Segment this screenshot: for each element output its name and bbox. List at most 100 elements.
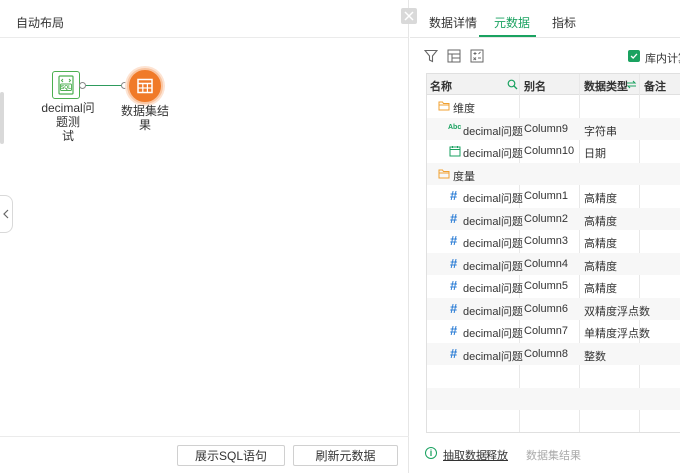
number-type-icon: # bbox=[450, 323, 458, 338]
sql-node-label: decimal问题测 试 bbox=[36, 101, 100, 143]
table-icon bbox=[137, 78, 153, 94]
field-name: decimal问题测 bbox=[463, 328, 523, 340]
group-row-dimension[interactable]: 维度 bbox=[427, 95, 680, 118]
field-type[interactable]: 高精度 bbox=[584, 280, 617, 296]
folder-icon bbox=[438, 169, 450, 178]
field-type[interactable]: 双精度浮点数 bbox=[584, 303, 650, 319]
field-name: decimal问题测 bbox=[463, 148, 523, 160]
in-db-calc-checkbox[interactable] bbox=[628, 50, 640, 62]
flow-edge bbox=[86, 85, 124, 86]
field-type[interactable]: 高精度 bbox=[584, 190, 617, 206]
metadata-table: 名称 别名 数据类型 备注 维度 Abc decimal问题测 bbox=[426, 73, 680, 433]
dataset-result-text: 数据集结果 bbox=[526, 450, 581, 462]
detail-panel: 数据详情 元数据 指标 库内计算 名称 别名 数据类型 bbox=[410, 0, 680, 473]
field-type[interactable]: 高精度 bbox=[584, 213, 617, 229]
empty-row bbox=[427, 410, 680, 432]
table-row[interactable]: decimal问题测 Column10 日期 bbox=[427, 140, 680, 163]
in-db-calc-label: 库内计算 bbox=[645, 53, 680, 65]
detail-footer: i 抽取数据 释放 数据集结果 bbox=[410, 440, 680, 473]
column-header-note[interactable]: 备注 bbox=[644, 78, 666, 94]
refresh-metadata-button[interactable]: 刷新元数据 bbox=[293, 445, 398, 466]
field-alias[interactable]: Column9 bbox=[524, 123, 568, 135]
group-label: 维度 bbox=[453, 103, 475, 115]
column-header-name[interactable]: 名称 bbox=[430, 78, 452, 94]
filter-icon[interactable] bbox=[424, 49, 438, 63]
field-name: decimal问题测 bbox=[463, 350, 523, 363]
show-sql-button[interactable]: 展示SQL语句 bbox=[177, 445, 285, 466]
field-name: decimal问题测 bbox=[463, 283, 523, 295]
info-icon: i bbox=[425, 447, 437, 459]
group-row-measure[interactable]: 度量 bbox=[427, 162, 680, 185]
sql-node-label-line1: decimal问题测 bbox=[41, 101, 95, 129]
sql-node-label-line2: 试 bbox=[61, 129, 74, 143]
field-type[interactable]: 日期 bbox=[584, 145, 606, 161]
table-row[interactable]: Abc decimal问题测 Column9 字符串 bbox=[427, 117, 680, 140]
extract-data-link[interactable]: 抽取数据 bbox=[443, 447, 487, 463]
field-alias[interactable]: Column8 bbox=[524, 348, 568, 360]
field-type[interactable]: 单精度浮点数 bbox=[584, 325, 650, 341]
folder-icon bbox=[438, 101, 450, 111]
field-alias[interactable]: Column3 bbox=[524, 235, 568, 247]
field-name: decimal问题测 bbox=[463, 215, 523, 228]
number-type-icon: # bbox=[450, 210, 458, 226]
field-type[interactable]: 字符串 bbox=[584, 123, 617, 139]
number-type-icon: # bbox=[450, 300, 458, 316]
empty-row bbox=[427, 387, 680, 410]
sql-node[interactable]: SQL bbox=[52, 71, 80, 99]
table-row[interactable]: # decimal问题测 Column2 高精度 bbox=[427, 207, 680, 230]
table-row[interactable]: # decimal问题测 Column5 高精度 bbox=[427, 275, 680, 298]
field-name: decimal问题测 bbox=[463, 238, 523, 250]
tree-structure-icon[interactable] bbox=[447, 49, 461, 63]
release-link[interactable]: 释放 bbox=[486, 447, 508, 463]
field-alias[interactable]: Column7 bbox=[524, 325, 568, 337]
tab-bar: 数据详情 元数据 指标 bbox=[410, 0, 680, 38]
sql-file-icon: SQL bbox=[58, 75, 74, 95]
check-icon bbox=[630, 53, 638, 60]
table-row[interactable]: # decimal问题测 Column8 整数 bbox=[427, 342, 680, 365]
column-header-type[interactable]: 数据类型 bbox=[584, 78, 628, 94]
formula-icon[interactable] bbox=[470, 49, 484, 63]
table-row[interactable]: # decimal问题测 Column4 高精度 bbox=[427, 252, 680, 275]
field-alias[interactable]: Column5 bbox=[524, 280, 568, 292]
table-row[interactable]: # decimal问题测 Column1 高精度 bbox=[427, 185, 680, 208]
sql-icon-text: SQL bbox=[61, 85, 71, 91]
field-alias[interactable]: Column10 bbox=[524, 145, 574, 157]
field-alias[interactable]: Column2 bbox=[524, 213, 568, 225]
number-type-icon: # bbox=[450, 188, 458, 203]
field-alias[interactable]: Column4 bbox=[524, 258, 568, 270]
flow-panel: 自动布局 SQL decimal问题测 试 数据集结果 展示SQL语句 刷新元数… bbox=[0, 0, 409, 473]
flow-footer: 展示SQL语句 刷新元数据 bbox=[0, 436, 409, 473]
table-row[interactable]: # decimal问题测 Column3 高精度 bbox=[427, 230, 680, 253]
number-type-icon: # bbox=[450, 345, 458, 361]
swap-icon[interactable] bbox=[626, 79, 637, 90]
dataset-result-node[interactable] bbox=[127, 68, 163, 104]
table-row[interactable]: # decimal问题测 Column6 双精度浮点数 bbox=[427, 297, 680, 320]
field-type[interactable]: 高精度 bbox=[584, 258, 617, 274]
panel-title: 自动布局 bbox=[0, 0, 408, 38]
field-type[interactable]: 高精度 bbox=[584, 235, 617, 251]
field-type[interactable]: 整数 bbox=[584, 348, 606, 364]
field-name: decimal问题测 bbox=[463, 125, 523, 138]
active-tab-indicator bbox=[479, 35, 536, 37]
field-alias[interactable]: Column1 bbox=[524, 190, 568, 202]
column-header-alias[interactable]: 别名 bbox=[524, 78, 546, 94]
field-name: decimal问题测 bbox=[463, 260, 523, 273]
result-node-label: 数据集结果 bbox=[120, 104, 169, 132]
number-type-icon: # bbox=[450, 255, 458, 271]
table-header: 名称 别名 数据类型 备注 bbox=[427, 74, 680, 95]
calendar-icon bbox=[449, 146, 461, 157]
number-type-icon: # bbox=[450, 278, 458, 293]
flow-canvas[interactable]: SQL decimal问题测 试 数据集结果 bbox=[0, 39, 409, 436]
search-icon[interactable] bbox=[507, 79, 518, 90]
empty-row bbox=[427, 365, 680, 388]
table-row[interactable]: # decimal问题测 Column7 单精度浮点数 bbox=[427, 320, 680, 343]
field-name: decimal问题测 bbox=[463, 305, 523, 318]
tab-metrics[interactable]: 指标 bbox=[552, 14, 576, 31]
tab-data-details[interactable]: 数据详情 bbox=[429, 14, 477, 31]
sql-node-output-port[interactable] bbox=[79, 82, 86, 89]
string-type-icon: Abc bbox=[448, 123, 462, 131]
number-type-icon: # bbox=[450, 233, 458, 248]
field-name: decimal问题测 bbox=[463, 193, 523, 205]
tab-metadata[interactable]: 元数据 bbox=[494, 14, 530, 31]
field-alias[interactable]: Column6 bbox=[524, 303, 568, 315]
